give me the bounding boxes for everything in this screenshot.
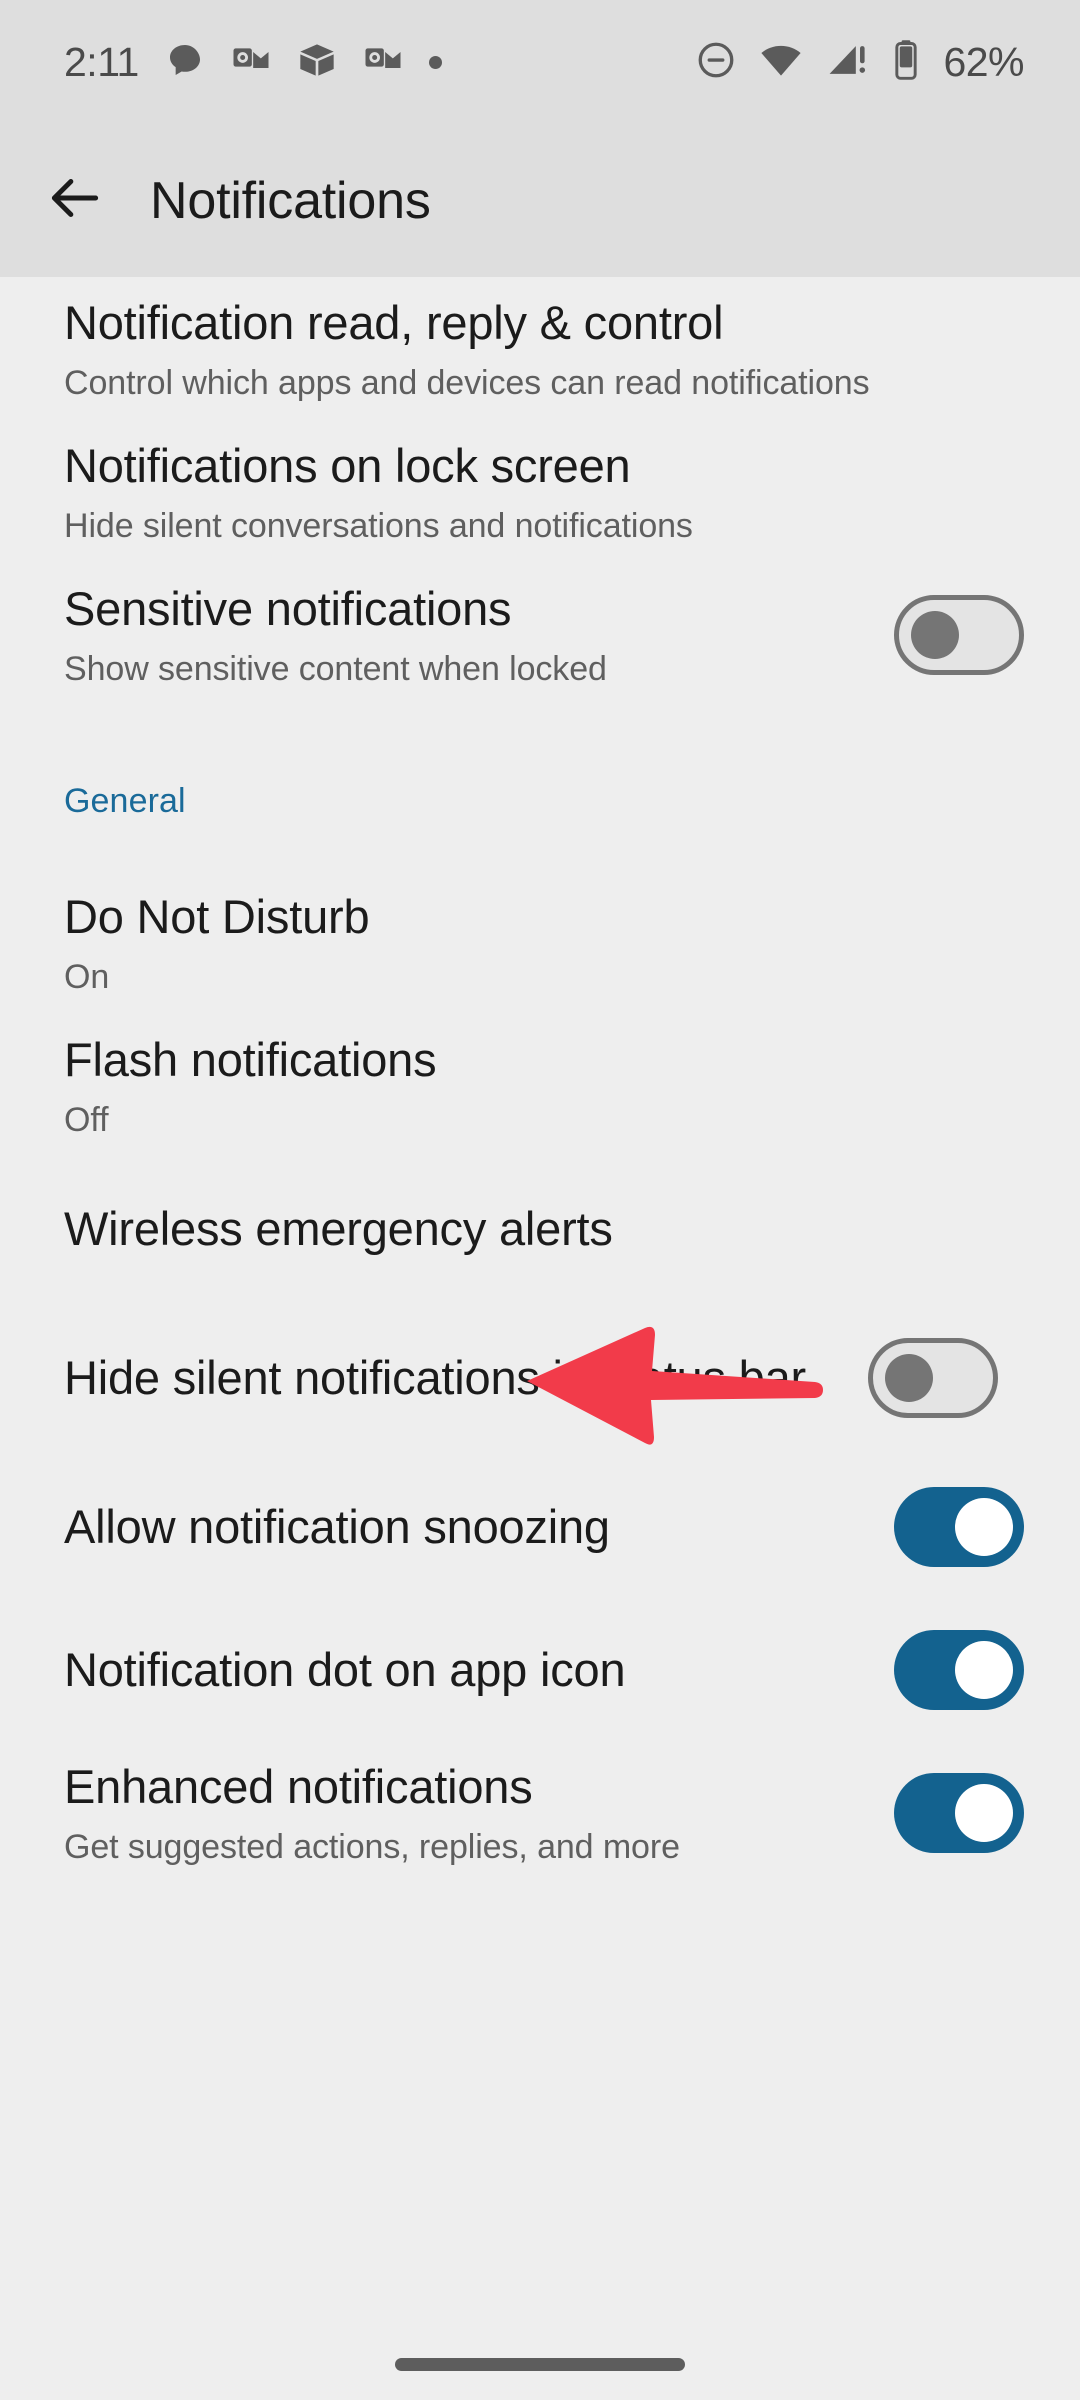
dot-icon [428, 55, 442, 69]
status-bar-clock: 2:11 [64, 38, 139, 85]
list-item-text: Allow notification snoozing [64, 1496, 870, 1558]
list-item-wireless-emergency-alerts[interactable]: Wireless emergency alerts [0, 1157, 1080, 1300]
list-item-title: Flash notifications [64, 1032, 437, 1086]
list-item-title: Notification dot on app icon [64, 1642, 626, 1696]
toggle-thumb [955, 1640, 1013, 1699]
battery-percent-label: 62% [943, 38, 1024, 85]
list-item-subtitle: Control which apps and devices can read … [64, 363, 870, 402]
list-item-title: Enhanced notifications [64, 1759, 533, 1813]
page-title: Notifications [150, 171, 431, 230]
list-item-notification-dot-on-app-icon[interactable]: Notification dot on app icon [0, 1598, 1080, 1741]
list-item-subtitle: Off [64, 1100, 109, 1139]
list-item-text: Wireless emergency alerts [64, 1198, 1024, 1260]
list-item-subtitle: Show sensitive content when locked [64, 649, 607, 688]
list-item-flash-notifications[interactable]: Flash notifications Off [0, 1014, 1080, 1157]
back-arrow-icon [44, 167, 106, 234]
battery-icon [891, 38, 921, 87]
app-bar: Notifications [0, 124, 1080, 277]
status-bar: 2:11 62% [0, 0, 1080, 124]
toggle-thumb [955, 1497, 1013, 1556]
list-item-text: Sensitive notifications Show sensitive c… [64, 578, 870, 692]
list-item-notifications-on-lock-screen[interactable]: Notifications on lock screen Hide silent… [0, 420, 1080, 563]
hide-silent-notifications-toggle[interactable] [868, 1337, 998, 1418]
list-item-text: Do Not Disturb On [64, 886, 1024, 1000]
list-item-title: Notifications on lock screen [64, 438, 631, 492]
status-bar-right: 62% [695, 38, 1024, 87]
list-item-title: Allow notification snoozing [64, 1499, 610, 1553]
back-button[interactable] [0, 124, 150, 277]
list-item-sensitive-notifications[interactable]: Sensitive notifications Show sensitive c… [0, 563, 1080, 706]
package-box-icon [297, 40, 337, 85]
list-item-text: Enhanced notifications Get suggested act… [64, 1756, 870, 1870]
list-item-subtitle: Get suggested actions, replies, and more [64, 1827, 680, 1866]
list-item-title: Sensitive notifications [64, 581, 512, 635]
gesture-nav-pill[interactable] [395, 2358, 685, 2371]
chat-bubble-icon [165, 40, 205, 85]
status-bar-left: 2:11 [64, 39, 695, 86]
outlook-icon [363, 40, 403, 85]
list-item-title: Wireless emergency alerts [64, 1201, 613, 1255]
toggle-thumb [911, 610, 959, 659]
list-item-title: Hide silent notifications in status bar [64, 1350, 806, 1404]
list-item-text: Hide silent notifications in status bar [64, 1347, 844, 1409]
phone-screen: 2:11 62% Notifications Notification read… [0, 0, 1080, 2400]
list-item-subtitle: Hide silent conversations and notificati… [64, 506, 693, 545]
list-item-enhanced-notifications[interactable]: Enhanced notifications Get suggested act… [0, 1741, 1080, 1884]
list-item-title: Notification read, reply & control [64, 295, 724, 349]
toggle-thumb [885, 1353, 933, 1402]
list-item-text: Notification read, reply & control Contr… [64, 292, 1024, 406]
sensitive-notifications-toggle[interactable] [894, 594, 1024, 675]
do-not-disturb-icon [695, 39, 737, 86]
list-item-text: Notification dot on app icon [64, 1639, 870, 1701]
list-item-hide-silent-notifications[interactable]: Hide silent notifications in status bar [0, 1300, 1080, 1455]
list-item-text: Notifications on lock screen Hide silent… [64, 435, 1024, 549]
toggle-thumb [955, 1783, 1013, 1842]
list-item-subtitle: On [64, 957, 110, 996]
outlook-icon [231, 40, 271, 85]
wifi-icon [759, 38, 803, 87]
cellular-signal-warning-icon [825, 38, 869, 87]
settings-list[interactable]: Notification read, reply & control Contr… [0, 277, 1080, 2400]
list-item-text: Flash notifications Off [64, 1029, 1024, 1143]
list-item-allow-notification-snoozing[interactable]: Allow notification snoozing [0, 1455, 1080, 1598]
enhanced-notifications-toggle[interactable] [894, 1772, 1024, 1853]
section-header-general: General [64, 782, 186, 820]
notification-dot-toggle[interactable] [894, 1629, 1024, 1710]
list-item-notification-read-reply-control[interactable]: Notification read, reply & control Contr… [0, 277, 1080, 420]
list-item-title: Do Not Disturb [64, 889, 370, 943]
list-item-do-not-disturb[interactable]: Do Not Disturb On [0, 871, 1080, 1014]
allow-notification-snoozing-toggle[interactable] [894, 1486, 1024, 1567]
